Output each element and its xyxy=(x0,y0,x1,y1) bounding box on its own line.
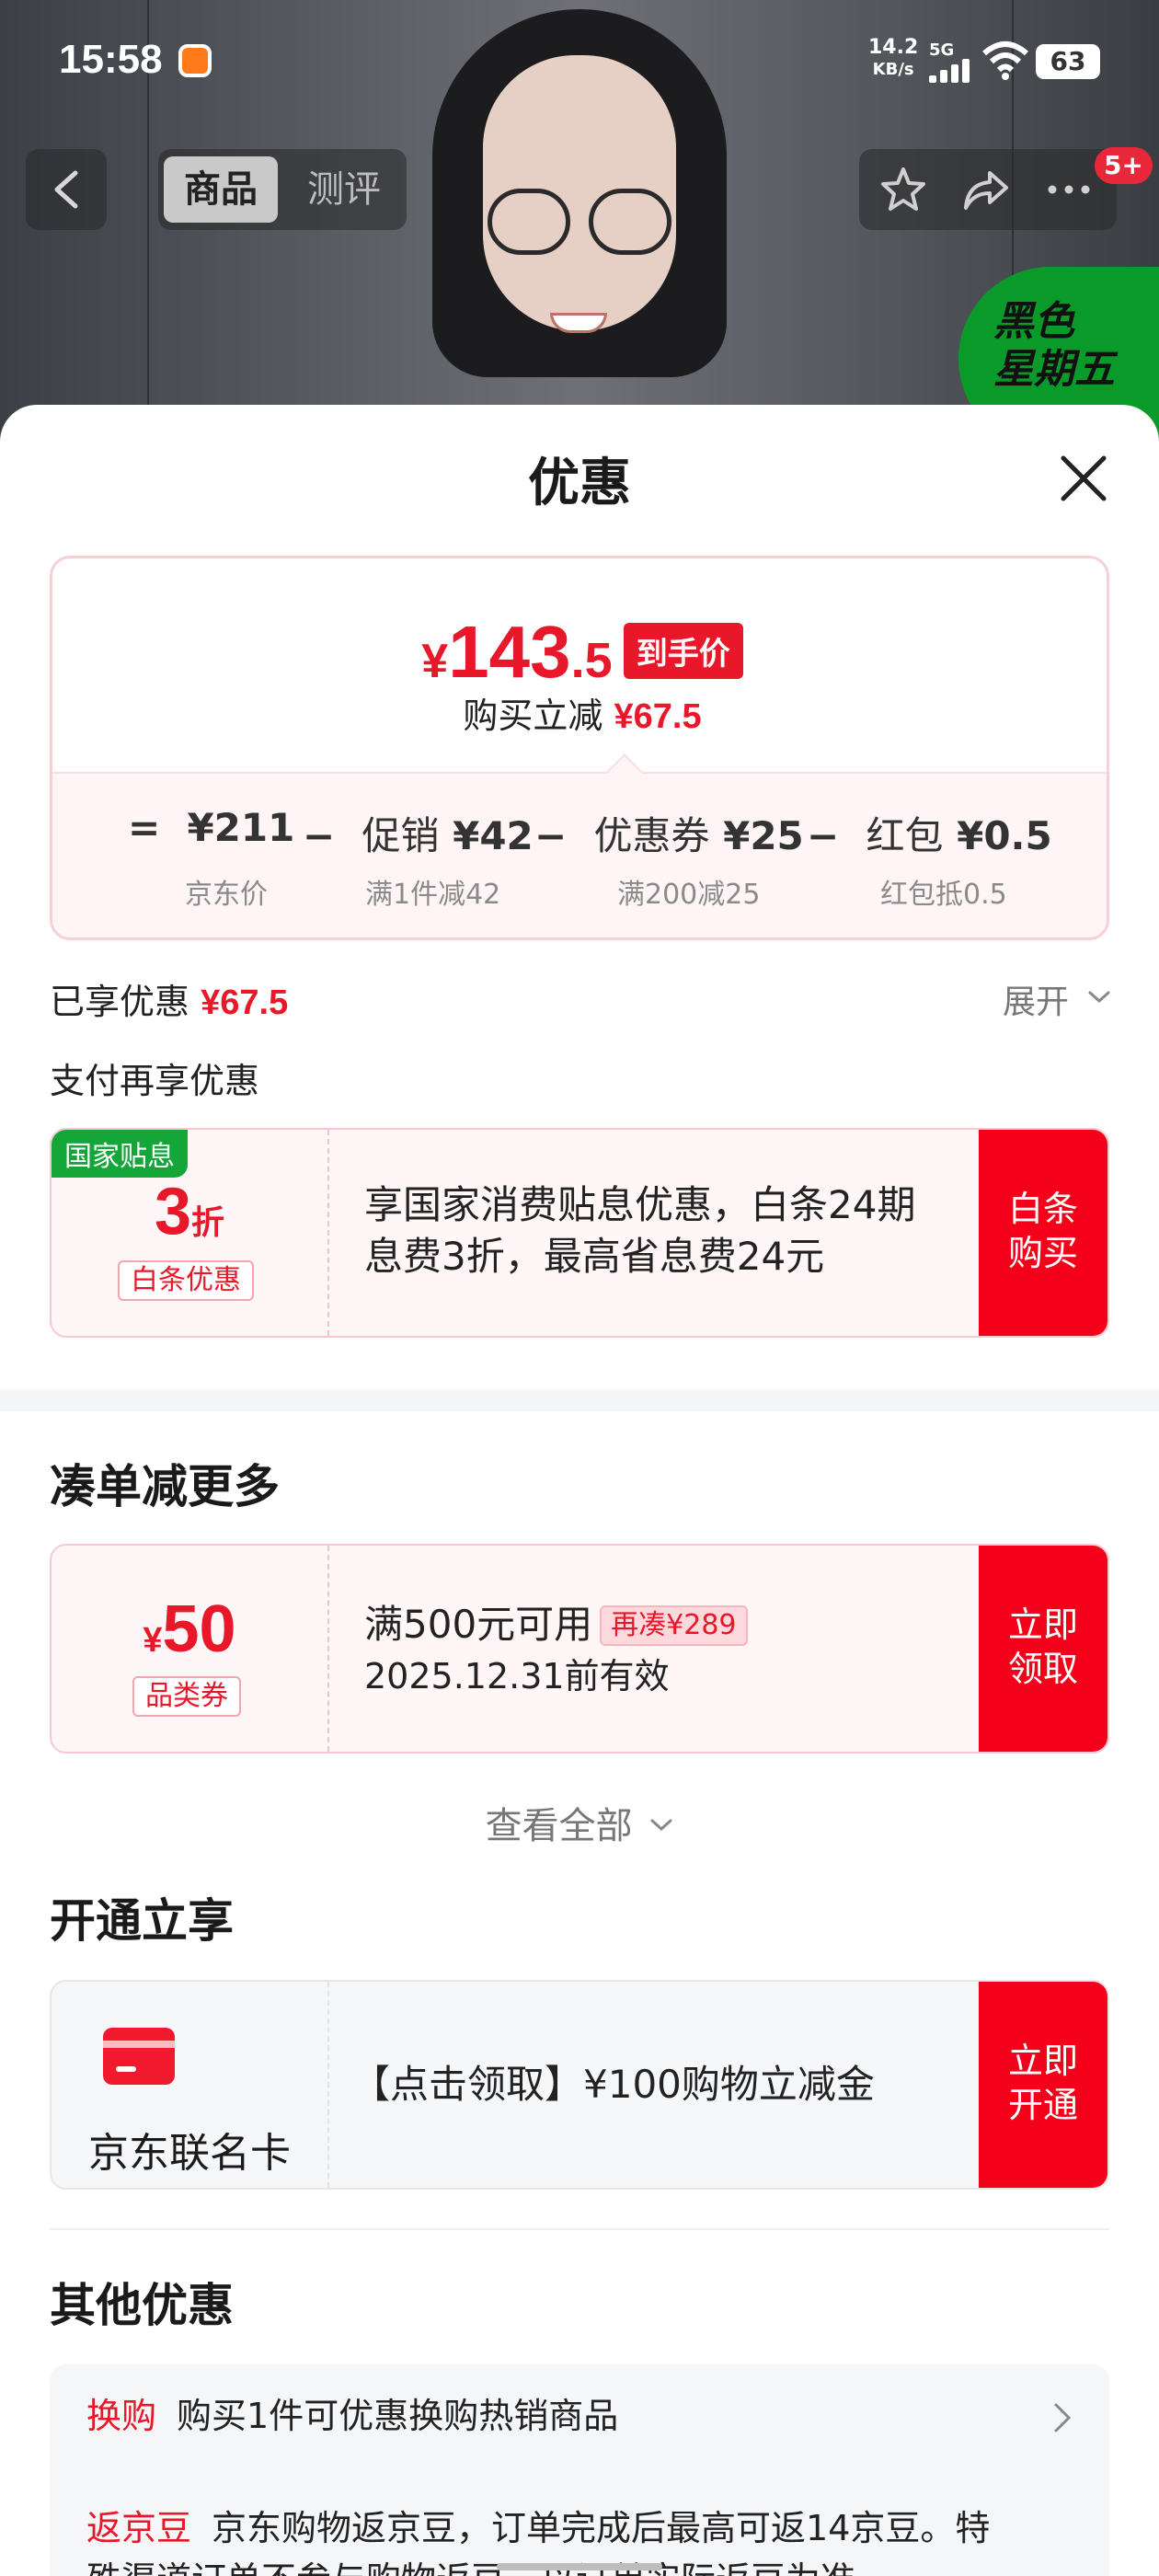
baitiao-coupon-card[interactable]: 国家贴息 3折 白条优惠 享国家消费贴息优惠，白条24期 息费3折，最高省息费2… xyxy=(50,1128,1109,1338)
other-offer-trade-in[interactable]: 换购 购买1件可优惠换购热销商品 xyxy=(86,2390,618,2442)
breakdown-redpacket-sub: 红包抵0.5 xyxy=(880,879,1007,911)
tab-review[interactable]: 测评 xyxy=(287,156,401,223)
breakdown-jd-price: = ¥211 xyxy=(128,805,295,850)
chevron-right-icon[interactable] xyxy=(1052,2401,1073,2434)
status-time: 15:58 xyxy=(59,37,163,82)
star-icon[interactable] xyxy=(878,164,929,215)
network-type: 5G xyxy=(929,40,955,60)
baitiao-buy-button[interactable]: 白条 购买 xyxy=(979,1130,1107,1336)
section-separator xyxy=(0,1389,1159,1411)
final-price: ¥143.5 到手价 xyxy=(52,610,1107,695)
category-coupon-card[interactable]: ¥50 品类券 满500元可用 再凑¥289 2025.12.31前有效 立即 领… xyxy=(50,1544,1109,1754)
share-icon[interactable] xyxy=(960,164,1012,215)
pay-more-label: 支付再享优惠 xyxy=(50,1061,260,1101)
divider xyxy=(50,2228,1109,2230)
battery-icon: 63 xyxy=(1036,44,1100,79)
baitiao-discount: 3折 xyxy=(154,1175,225,1248)
coupon-description: 满500元可用 再凑¥289 2025.12.31前有效 xyxy=(364,1599,748,1702)
credit-card-icon xyxy=(103,2028,175,2085)
home-indicator[interactable] xyxy=(497,2563,662,2570)
add-more-tag: 再凑¥289 xyxy=(600,1605,748,1646)
black-friday-text: 黑色 星期五 xyxy=(993,299,1115,392)
claim-coupon-button[interactable]: 立即 领取 xyxy=(979,1546,1107,1752)
back-button[interactable] xyxy=(26,149,107,230)
section-title-other: 其他优惠 xyxy=(50,2279,234,2332)
app-notification-icon xyxy=(178,44,212,77)
open-card-button[interactable]: 立即 开通 xyxy=(979,1982,1107,2188)
enjoyed-discount: 已享优惠 ¥67.5 xyxy=(50,982,289,1022)
co-card-offer[interactable]: 京东联名卡 【点击领取】¥100购物立减金 立即 开通 xyxy=(50,1980,1109,2190)
signal-icon xyxy=(929,59,973,83)
see-all-button[interactable]: 查看全部 xyxy=(0,1796,1159,1849)
sheet-title: 优惠 xyxy=(528,454,631,513)
network-speed: 14.2 KB/s xyxy=(868,36,919,80)
section-title-more: 凑单减更多 xyxy=(50,1460,280,1513)
breakdown-promo-sub: 满1件减42 xyxy=(365,879,501,911)
instant-reduction: 购买立减 ¥67.5 xyxy=(463,696,702,736)
section-title-open: 开通立享 xyxy=(50,1894,234,1948)
breakdown-redpacket: − 红包 ¥0.5 xyxy=(807,813,1052,858)
final-price-tag: 到手价 xyxy=(623,623,743,679)
coupon-amount: ¥50 xyxy=(143,1593,236,1666)
breakdown-coupon-sub: 满200减25 xyxy=(617,879,761,911)
status-bar: 15:58 14.2 KB/s 5G 63 xyxy=(0,0,1159,129)
price-summary-card: ¥143.5 到手价 购买立减 ¥67.5 = ¥211 京东价 − 促销 ¥42… xyxy=(50,556,1109,940)
chevron-down-icon xyxy=(1088,991,1110,1004)
product-tabs: 商品 测评 xyxy=(158,149,407,230)
breakdown-jd-price-sub: 京东价 xyxy=(185,879,268,911)
message-count-badge: 5+ xyxy=(1095,147,1153,184)
nav-actions xyxy=(859,149,1117,230)
chevron-down-icon xyxy=(650,1819,672,1832)
co-card-text: 【点击领取】¥100购物立减金 xyxy=(351,2062,875,2107)
chevron-left-icon xyxy=(54,170,78,209)
national-subsidy-tag: 国家贴息 xyxy=(52,1130,188,1178)
expand-button[interactable]: 展开 xyxy=(1003,975,1110,1023)
breakdown-coupon: − 优惠券 ¥25 xyxy=(534,813,804,858)
tab-product[interactable]: 商品 xyxy=(164,156,278,223)
close-icon[interactable] xyxy=(1058,453,1109,504)
category-coupon-pill: 品类券 xyxy=(132,1676,241,1717)
wifi-icon xyxy=(982,41,1028,80)
co-card-name: 京东联名卡 xyxy=(88,2130,291,2177)
baitiao-description: 享国家消费贴息优惠，白条24期 息费3折，最高省息费24元 xyxy=(364,1182,916,1279)
breakdown-promo: − 促销 ¥42 xyxy=(303,813,534,858)
baitiao-pill: 白条优惠 xyxy=(118,1260,254,1301)
more-icon[interactable] xyxy=(1043,164,1095,215)
